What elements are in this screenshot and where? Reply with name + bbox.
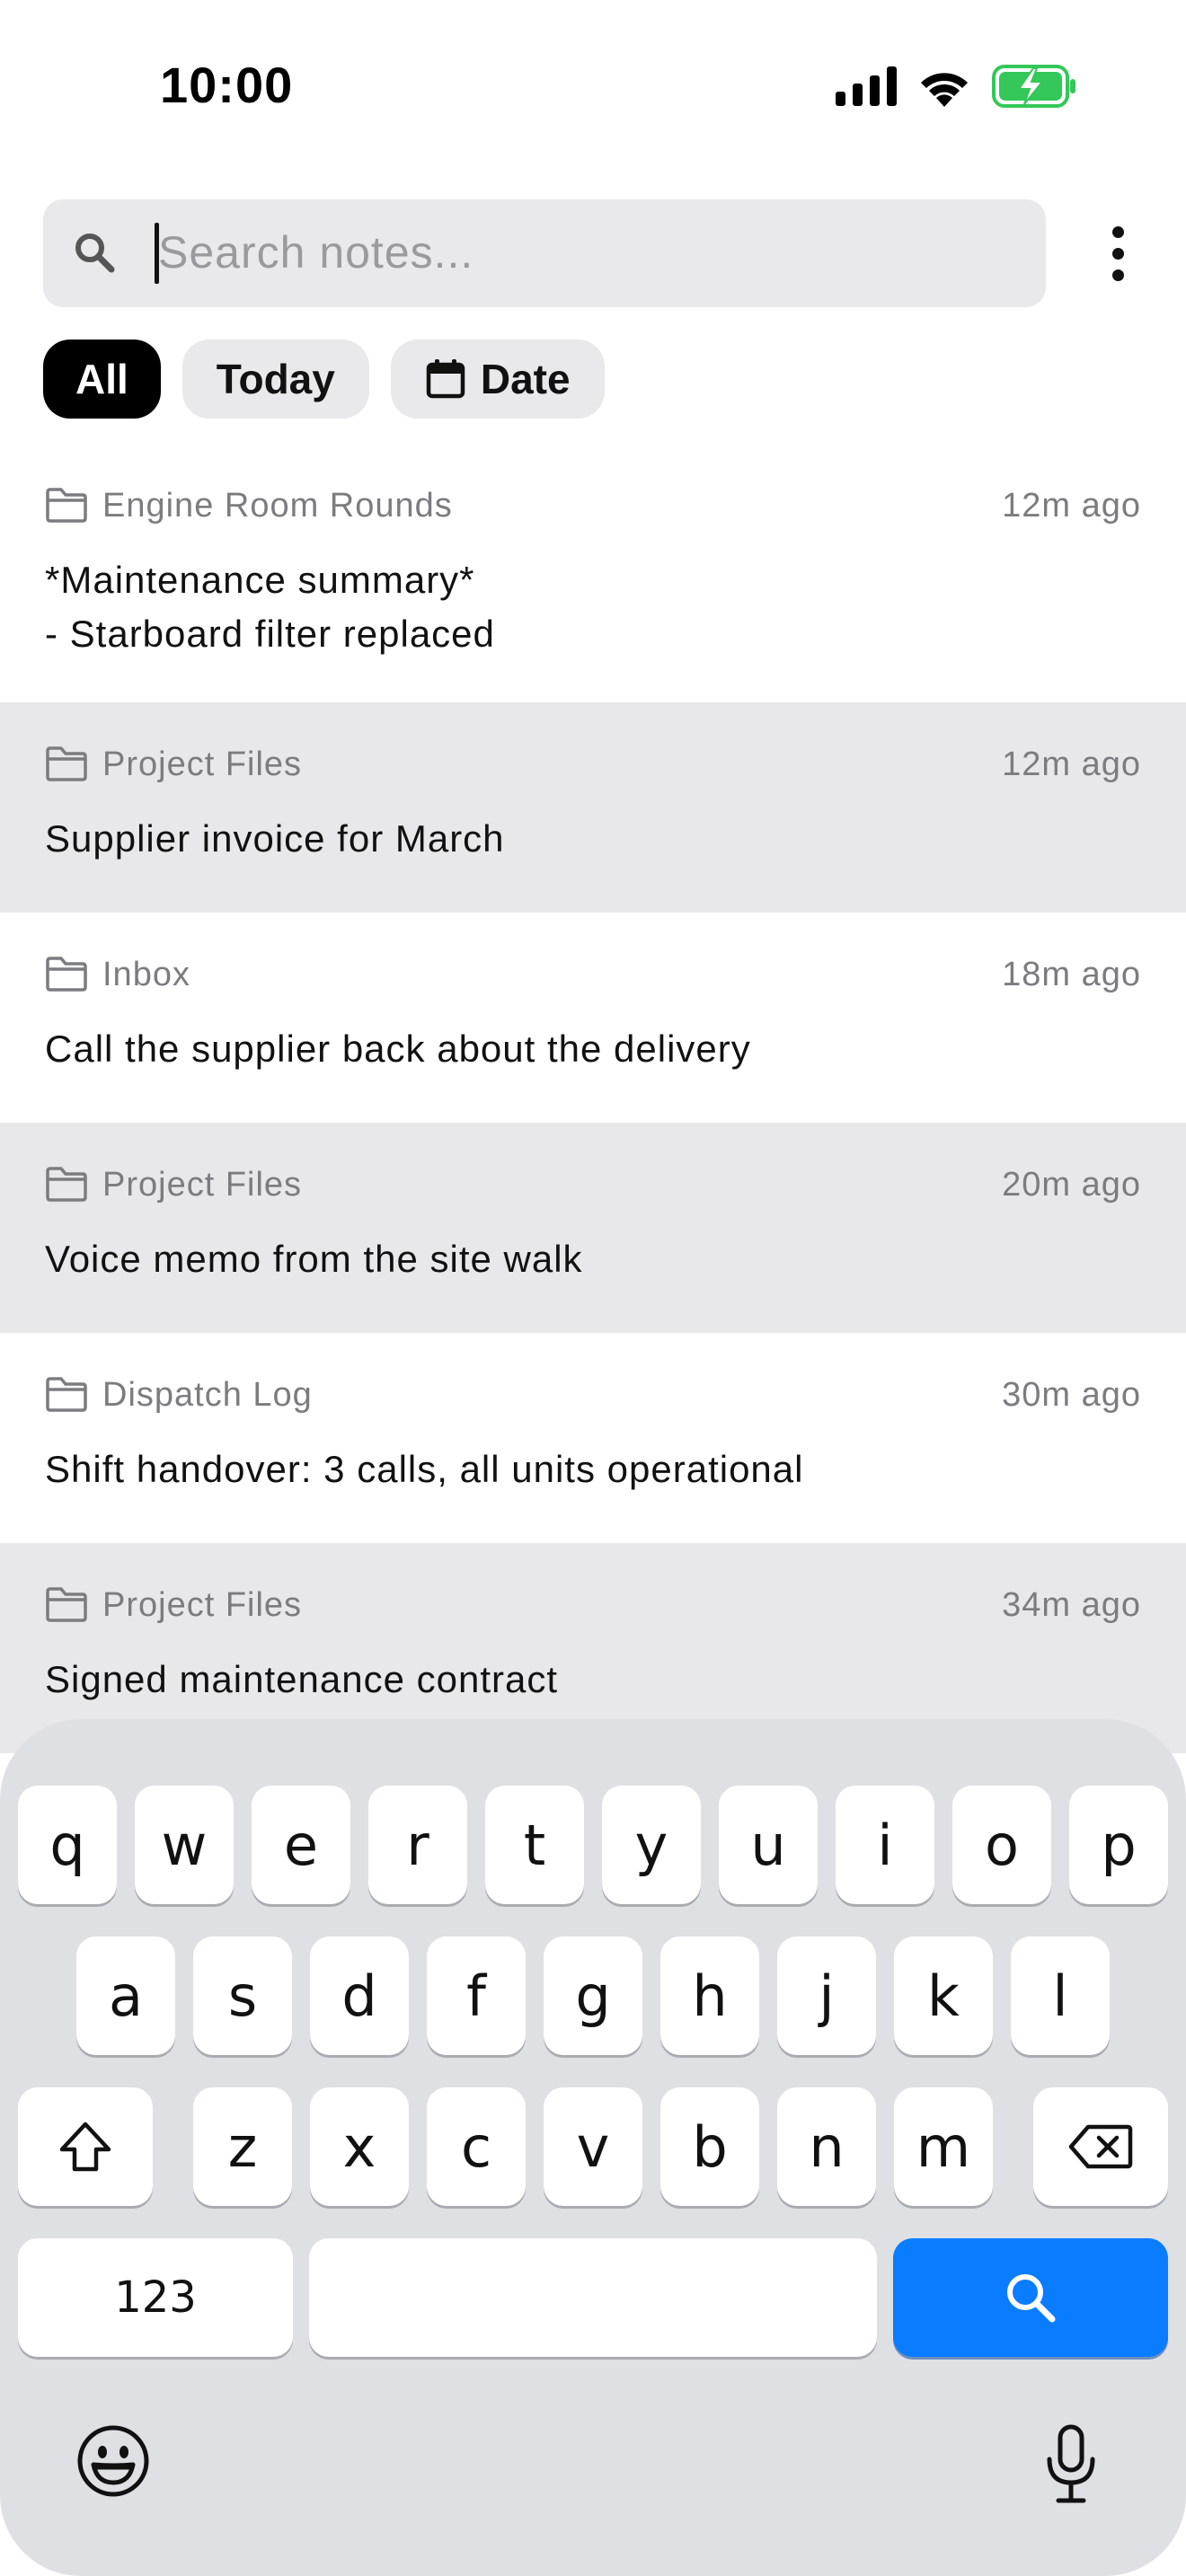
key-e[interactable]: e: [252, 1786, 350, 1904]
note-folder: Inbox: [102, 956, 190, 993]
shift-key[interactable]: [18, 2087, 153, 2206]
folder-icon: [46, 1167, 87, 1202]
status-bar: 10:00: [0, 0, 1186, 171]
status-time: 10:00: [160, 57, 294, 113]
folder-icon: [46, 746, 87, 781]
key-d[interactable]: d: [310, 1936, 409, 2055]
note-time: 12m ago: [1002, 745, 1141, 783]
key-m[interactable]: m: [894, 2087, 993, 2206]
key-p[interactable]: p: [1069, 1786, 1168, 1904]
folder-icon: [46, 957, 87, 992]
note-body: Shift handover: 3 calls, all units opera…: [45, 1448, 804, 1490]
more-dot-icon: [1111, 269, 1124, 281]
note-item[interactable]: Dispatch Log 30m ago Shift handover: 3 c…: [0, 1333, 1186, 1543]
more-dot-icon: [1111, 247, 1124, 260]
note-folder: Engine Room Rounds: [102, 487, 453, 525]
filter-chips: All Today Date: [43, 340, 605, 419]
key-h[interactable]: h: [660, 1936, 759, 2055]
key-y[interactable]: y: [602, 1786, 701, 1904]
note-folder: Project Files: [102, 745, 303, 783]
key-a[interactable]: a: [76, 1936, 175, 2055]
status-icons: [836, 63, 1078, 110]
note-body: *Maintenance summary* - Starboard filter…: [45, 559, 495, 655]
key-g[interactable]: g: [544, 1936, 642, 2055]
search-icon: [75, 234, 115, 273]
key-x[interactable]: x: [310, 2087, 409, 2206]
key-b[interactable]: b: [660, 2087, 759, 2206]
key-v[interactable]: v: [544, 2087, 642, 2206]
key-u[interactable]: u: [719, 1786, 818, 1904]
space-key[interactable]: [309, 2238, 877, 2357]
filter-chip-all[interactable]: All: [43, 340, 161, 419]
note-time: 18m ago: [1002, 956, 1141, 993]
note-time: 34m ago: [1002, 1586, 1141, 1624]
key-n[interactable]: n: [777, 2087, 876, 2206]
filter-chip-date[interactable]: Date: [390, 340, 605, 419]
search-placeholder: Search notes...: [158, 227, 474, 278]
search-icon: [1007, 2274, 1056, 2323]
more-dot-icon: [1111, 225, 1124, 238]
note-time: 30m ago: [1002, 1376, 1141, 1414]
note-item[interactable]: Project Files 20m ago Voice memo from th…: [0, 1123, 1186, 1333]
filter-chip-today[interactable]: Today: [181, 340, 369, 419]
note-time: 12m ago: [1002, 487, 1141, 525]
chip-label: All: [75, 356, 128, 402]
note-body: Supplier invoice for March: [45, 817, 505, 860]
key-w[interactable]: w: [135, 1786, 234, 1904]
key-l[interactable]: l: [1011, 1936, 1110, 2055]
note-item[interactable]: Inbox 18m ago Call the supplier back abo…: [0, 913, 1186, 1123]
key-q[interactable]: q: [18, 1786, 117, 1904]
chip-label: Today: [216, 356, 335, 402]
wifi-icon: [921, 73, 968, 107]
key-k[interactable]: k: [894, 1936, 993, 2055]
calendar-icon: [426, 359, 465, 399]
onscreen-keyboard: q w e r t y u i o p a s d f g h j k l z …: [0, 1719, 1186, 2576]
search-key[interactable]: [893, 2238, 1168, 2357]
chip-label: Date: [480, 356, 571, 402]
note-folder: Project Files: [102, 1166, 303, 1204]
key-f[interactable]: f: [427, 1936, 526, 2055]
folder-icon: [46, 1377, 87, 1412]
note-body: Voice memo from the site walk: [45, 1238, 583, 1280]
note-body: Call the supplier back about the deliver…: [45, 1028, 751, 1070]
key-z[interactable]: z: [193, 2087, 292, 2206]
note-body: Signed maintenance contract: [45, 1658, 559, 1700]
note-time: 20m ago: [1002, 1166, 1141, 1204]
key-i[interactable]: i: [836, 1786, 934, 1904]
key-s[interactable]: s: [193, 1936, 292, 2055]
key-c[interactable]: c: [427, 2087, 526, 2206]
search-input[interactable]: Search notes...: [43, 199, 1046, 307]
note-folder: Dispatch Log: [102, 1376, 313, 1414]
note-item[interactable]: Project Files 12m ago Supplier invoice f…: [0, 702, 1186, 913]
microphone-icon[interactable]: [1042, 2423, 1100, 2506]
emoji-icon[interactable]: [75, 2423, 151, 2499]
shift-icon: [59, 2122, 111, 2172]
search-row: Search notes...: [43, 199, 1143, 307]
more-options-button[interactable]: [1093, 216, 1143, 291]
battery-charging-icon: [992, 65, 1075, 108]
note-folder: Project Files: [102, 1586, 303, 1624]
folder-icon: [46, 488, 87, 523]
key-j[interactable]: j: [777, 1936, 876, 2055]
key-r[interactable]: r: [368, 1786, 467, 1904]
key-o[interactable]: o: [952, 1786, 1051, 1904]
note-item[interactable]: Engine Room Rounds 12m ago *Maintenance …: [0, 458, 1186, 702]
notes-list: Engine Room Rounds 12m ago *Maintenance …: [0, 458, 1186, 1753]
folder-icon: [46, 1587, 87, 1622]
numbers-key[interactable]: 123: [18, 2238, 293, 2357]
backspace-key[interactable]: [1033, 2087, 1168, 2206]
signal-icon: [836, 66, 897, 106]
backspace-icon: [1068, 2124, 1133, 2169]
key-t[interactable]: t: [485, 1786, 584, 1904]
